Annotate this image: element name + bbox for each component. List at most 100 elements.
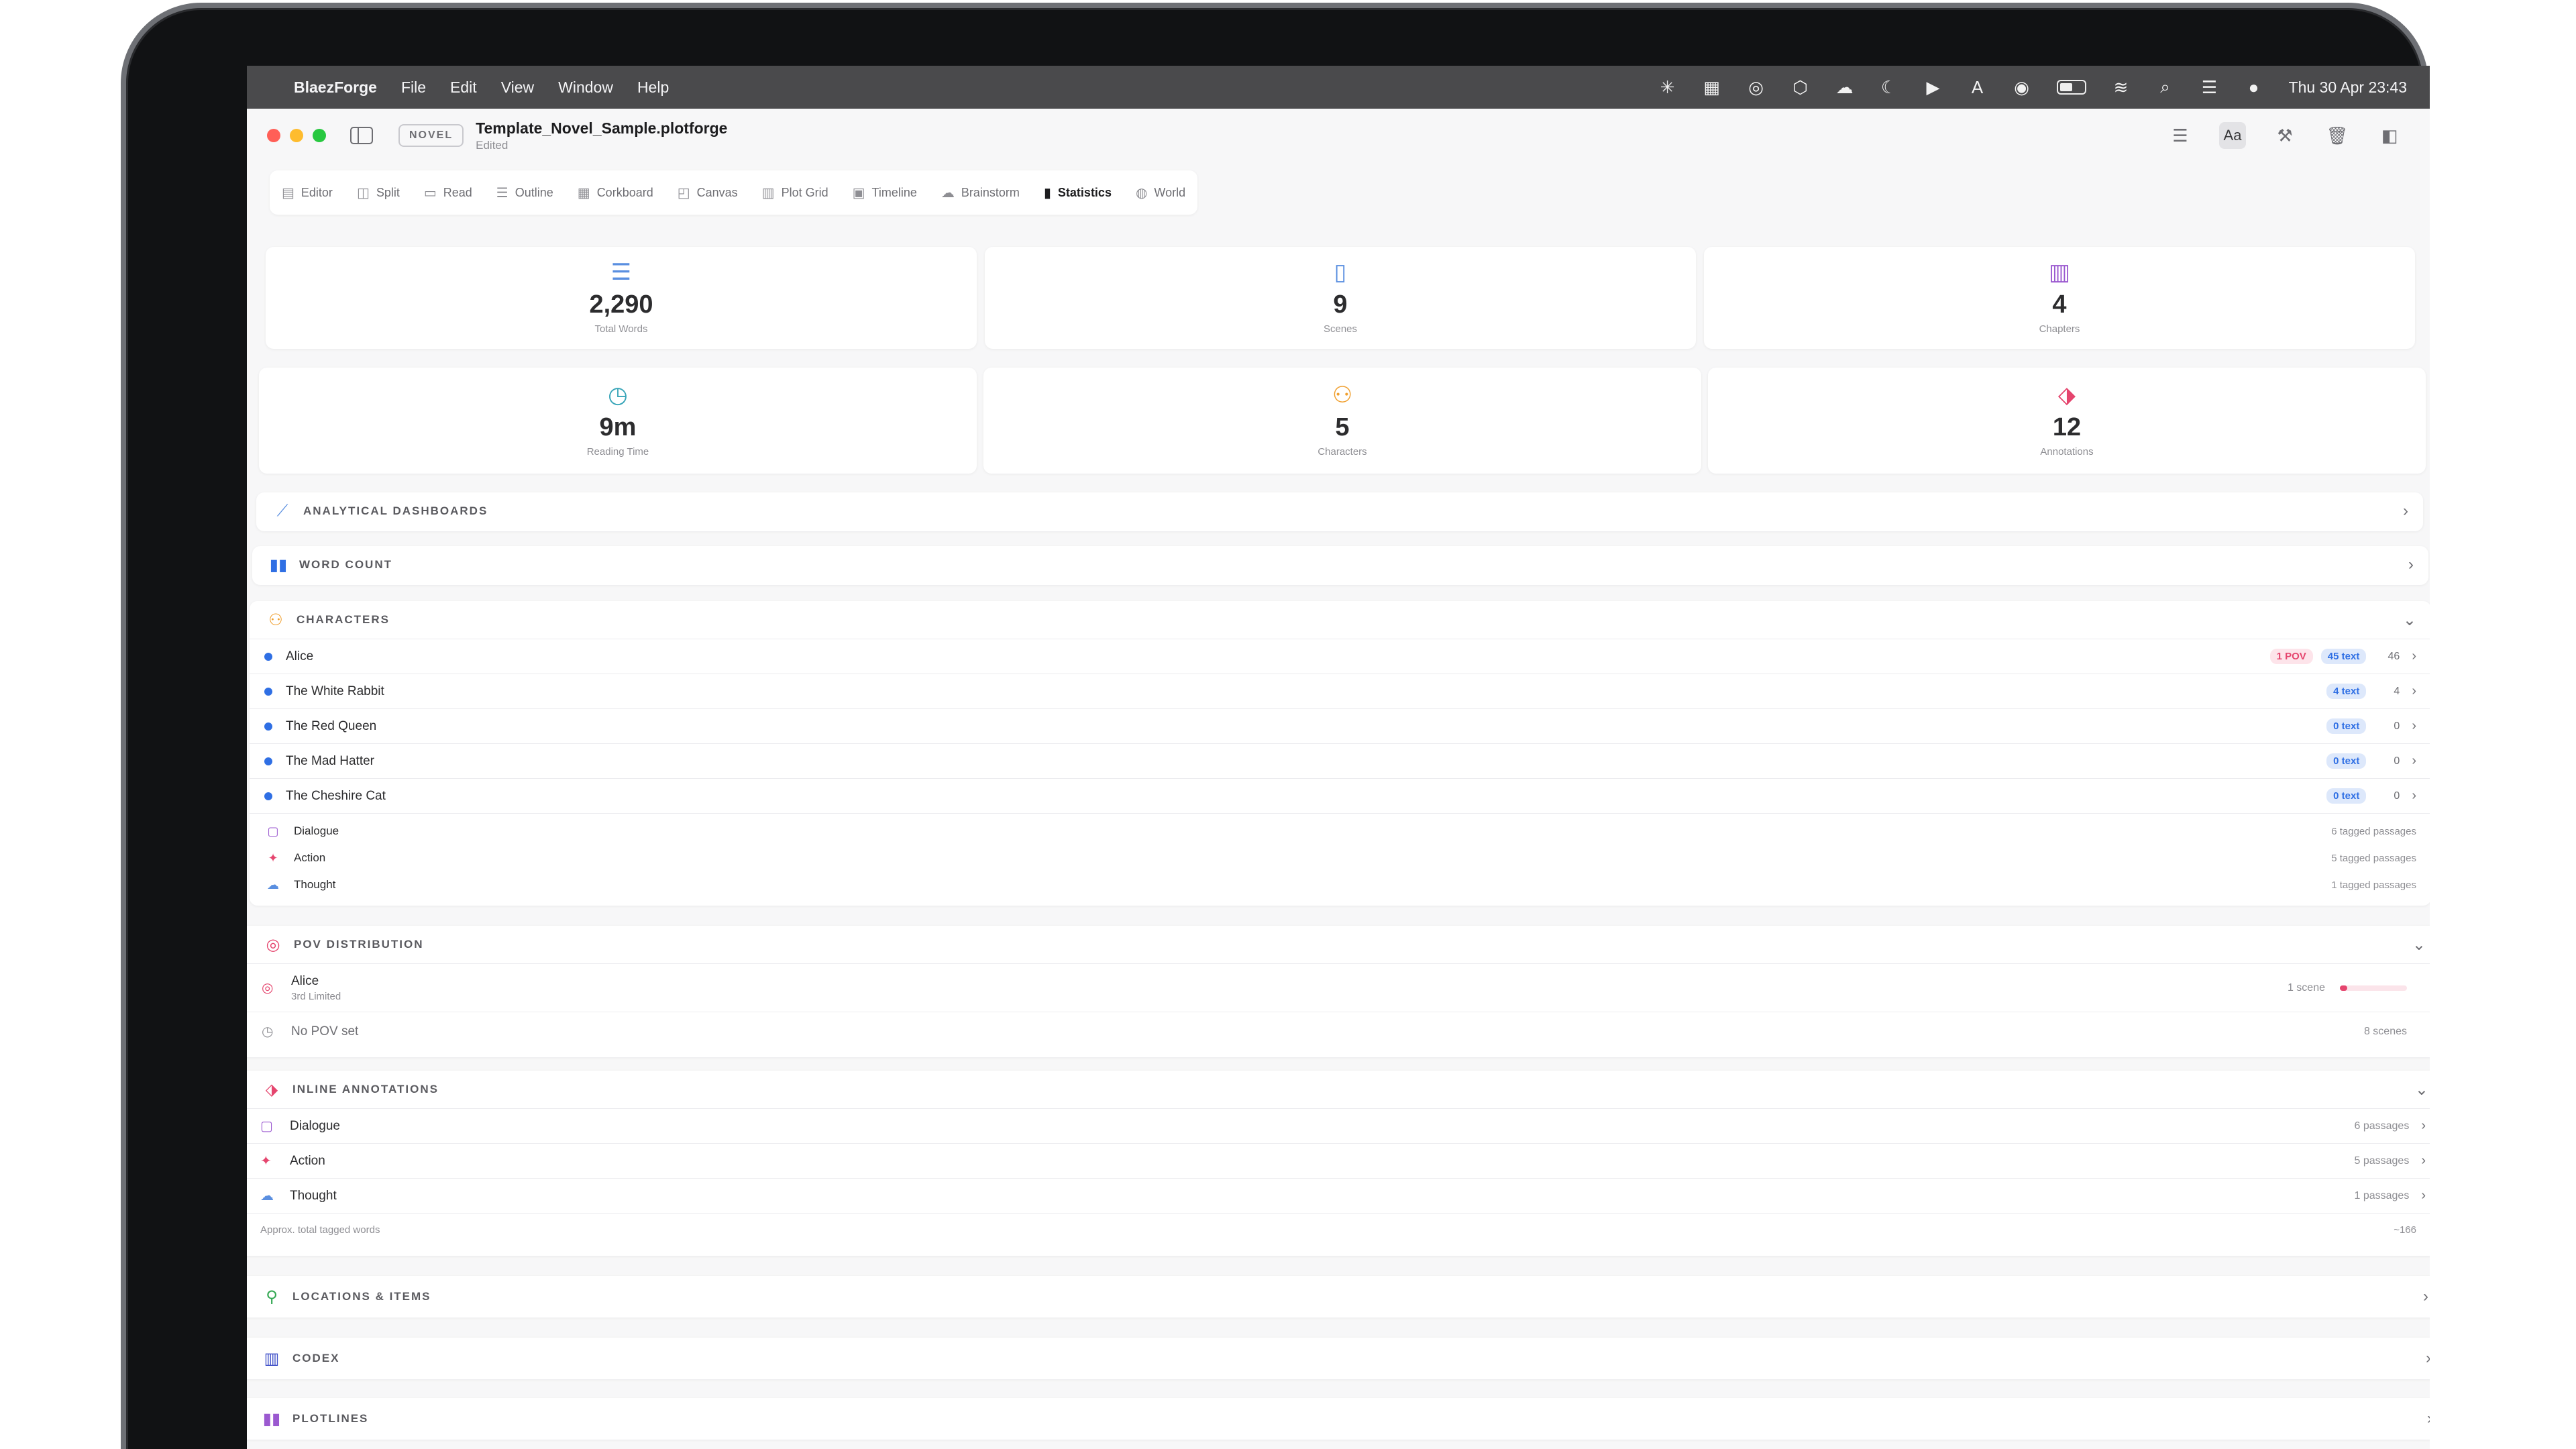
- chevron-right-icon[interactable]: ›: [2412, 788, 2416, 804]
- books-icon: ▥: [264, 1349, 280, 1368]
- cube-icon[interactable]: ⬡: [1791, 77, 1810, 97]
- character-color-dot: [264, 687, 272, 696]
- chevron-right-icon[interactable]: ›: [2421, 1118, 2426, 1134]
- stat-reading-time: ◷ 9m Reading Time: [259, 368, 977, 474]
- character-row[interactable]: The Red Queen 0 text 0 ›: [250, 708, 2430, 743]
- stat-label: Total Words: [594, 323, 648, 335]
- pov-mode: 3rd Limited: [291, 990, 341, 1002]
- moon-icon[interactable]: ☾: [1880, 77, 1898, 97]
- wifi-icon[interactable]: ≋: [2112, 77, 2131, 97]
- chevron-right-icon[interactable]: ›: [2421, 1188, 2426, 1203]
- cloud-icon[interactable]: ☁: [1835, 77, 1854, 97]
- section-header[interactable]: ◎ POV DISTRIBUTION ⌄: [247, 926, 2430, 963]
- section-analytical-dashboards[interactable]: ⟋ ANALYTICAL DASHBOARDS ›: [256, 492, 2423, 531]
- minimize-button[interactable]: [290, 129, 303, 142]
- chevron-right-icon[interactable]: ›: [2427, 1409, 2430, 1428]
- close-button[interactable]: [267, 129, 280, 142]
- annotation-row[interactable]: ✦ Action 5 passages ›: [247, 1143, 2430, 1178]
- user-icon[interactable]: ◉: [2012, 77, 2031, 97]
- font-button[interactable]: Aa: [2219, 122, 2246, 149]
- tab-editor[interactable]: ▤ Editor: [282, 184, 333, 201]
- search-icon[interactable]: ⌕: [2156, 76, 2175, 97]
- pov-row[interactable]: ◎ Alice 3rd Limited 1 scene: [247, 963, 2430, 1012]
- section-header[interactable]: ⬗ INLINE ANNOTATIONS ⌄: [247, 1071, 2430, 1108]
- chevron-right-icon[interactable]: ›: [2408, 555, 2414, 574]
- tab-read[interactable]: ▭ Read: [424, 184, 472, 201]
- tab-world[interactable]: ◍ World: [1136, 184, 1185, 201]
- trash-icon[interactable]: 🗑: [2324, 122, 2351, 149]
- section-header[interactable]: ⚇ CHARACTERS ⌄: [250, 601, 2430, 639]
- character-color-dot: [264, 722, 272, 731]
- section-title: INLINE ANNOTATIONS: [292, 1083, 439, 1095]
- menu-view[interactable]: View: [501, 78, 534, 97]
- tab-corkboard[interactable]: ▦ Corkboard: [578, 184, 653, 201]
- tag-type-count: 5 tagged passages: [2331, 852, 2416, 864]
- chevron-down-icon[interactable]: ⌄: [2415, 1080, 2428, 1099]
- document-title: Template_Novel_Sample.plotforge Edited: [476, 119, 727, 152]
- section-header[interactable]: ⟋ ANALYTICAL DASHBOARDS ›: [256, 492, 2423, 530]
- tag-type-row: ✦ Action 5 tagged passages: [250, 845, 2430, 871]
- menu-edit[interactable]: Edit: [450, 78, 477, 97]
- section-header[interactable]: ⚲ LOCATIONS & ITEMS ›: [247, 1276, 2430, 1318]
- chevron-right-icon[interactable]: ›: [2426, 1349, 2430, 1368]
- character-row[interactable]: The Mad Hatter 0 text 0 ›: [250, 743, 2430, 778]
- list-icon[interactable]: ☰: [2167, 122, 2194, 149]
- wechat-icon[interactable]: ◎: [1747, 77, 1766, 97]
- sidebar-toggle-icon[interactable]: [350, 127, 373, 144]
- clock[interactable]: Thu 30 Apr 23:43: [2289, 78, 2407, 97]
- inspector-toggle-icon[interactable]: ◧: [2376, 122, 2403, 149]
- section-codex[interactable]: ▥ CODEX ›: [247, 1338, 2430, 1379]
- section-header[interactable]: ▮▮ PLOTLINES ›: [247, 1398, 2430, 1440]
- no-pov-row[interactable]: ◷ No POV set 8 scenes: [247, 1012, 2430, 1051]
- tab-outline[interactable]: ☰ Outline: [496, 184, 553, 201]
- chevron-right-icon[interactable]: ›: [2412, 649, 2416, 664]
- chevron-right-icon[interactable]: ›: [2412, 753, 2416, 769]
- tab-canvas[interactable]: ◰ Canvas: [678, 184, 738, 201]
- character-row[interactable]: The Cheshire Cat 0 text 0 ›: [250, 778, 2430, 813]
- menu-app-name[interactable]: BlaezForge: [294, 78, 377, 97]
- chevron-right-icon[interactable]: ›: [2412, 684, 2416, 699]
- tab-brainstorm[interactable]: ☁ Brainstorm: [941, 184, 1020, 201]
- tab-statistics[interactable]: ▮ Statistics: [1044, 184, 1112, 201]
- menu-file[interactable]: File: [401, 78, 426, 97]
- section-title: LOCATIONS & ITEMS: [292, 1290, 431, 1303]
- chevron-down-icon[interactable]: ⌄: [2403, 610, 2416, 630]
- sun-icon[interactable]: ✳: [1658, 77, 1677, 97]
- siri-icon[interactable]: ●: [2245, 77, 2263, 97]
- people-icon: ⚇: [1332, 382, 1353, 408]
- magic-wand-icon[interactable]: ⚒: [2271, 122, 2298, 149]
- section-header[interactable]: ▥ CODEX ›: [247, 1338, 2430, 1379]
- clock-icon: ◷: [608, 382, 628, 408]
- annotation-row[interactable]: ▢ Dialogue 6 passages ›: [247, 1108, 2430, 1143]
- list-icon: ☰: [496, 185, 508, 201]
- menu-window[interactable]: Window: [558, 78, 613, 97]
- input-source-icon[interactable]: A: [1968, 77, 1987, 97]
- chevron-right-icon[interactable]: ›: [2421, 1153, 2426, 1169]
- section-plotlines[interactable]: ▮▮ PLOTLINES ›: [247, 1398, 2430, 1440]
- stat-label: Annotations: [2040, 446, 2094, 458]
- tab-timeline[interactable]: ▣ Timeline: [853, 184, 917, 201]
- app-window: NOVEL Template_Novel_Sample.plotforge Ed…: [247, 109, 2430, 1449]
- battery-icon[interactable]: [2056, 80, 2086, 95]
- zoom-button[interactable]: [313, 129, 326, 142]
- section-word-count[interactable]: ▮▮ WORD COUNT ›: [252, 546, 2428, 585]
- chevron-right-icon[interactable]: ›: [2423, 1287, 2428, 1306]
- thought-bubble-icon: ☁: [260, 1189, 274, 1203]
- annotation-row[interactable]: ☁ Thought 1 passages ›: [247, 1178, 2430, 1213]
- teams-icon[interactable]: ▦: [1703, 77, 1721, 97]
- control-center-icon[interactable]: ☰: [2200, 77, 2219, 97]
- character-row[interactable]: The White Rabbit 4 text 4 ›: [250, 674, 2430, 708]
- character-row[interactable]: Alice 1 POV 45 text 46 ›: [250, 639, 2430, 674]
- chevron-right-icon[interactable]: ›: [2403, 502, 2408, 521]
- chevron-down-icon[interactable]: ⌄: [2412, 935, 2426, 955]
- chevron-right-icon[interactable]: ›: [2412, 718, 2416, 734]
- pov-character-name: Alice: [291, 973, 319, 988]
- section-header[interactable]: ▮▮ WORD COUNT ›: [252, 546, 2428, 584]
- menu-help[interactable]: Help: [637, 78, 669, 97]
- tab-split[interactable]: ◫ Split: [357, 184, 400, 201]
- section-locations-items[interactable]: ⚲ LOCATIONS & ITEMS ›: [247, 1276, 2430, 1318]
- tab-plot-grid[interactable]: ▥ Plot Grid: [762, 184, 828, 201]
- pov-share-fill: [2340, 985, 2347, 991]
- play-icon[interactable]: ▶: [1924, 77, 1943, 97]
- running-icon: ✦: [260, 1154, 272, 1169]
